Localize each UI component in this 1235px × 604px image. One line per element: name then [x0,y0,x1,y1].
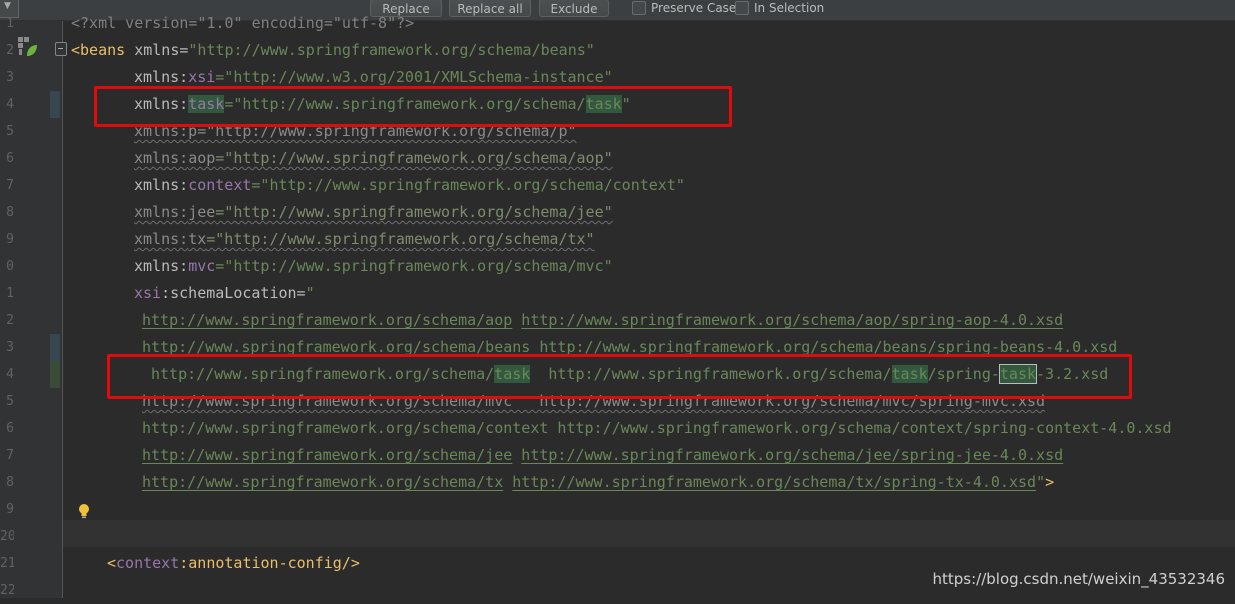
line-number: 0 [6,259,14,274]
code-line-21[interactable]: <context:annotation-config/> [107,550,360,577]
code-line-9[interactable]: xmlns:tx="http://www.springframework.org… [134,226,595,253]
line-number: 6 [6,421,14,436]
code-line-11[interactable]: xsi:schemaLocation=" [134,280,315,307]
changed-line-marker[interactable] [50,361,60,388]
spring-bean-icon[interactable] [18,37,38,57]
line-number: 1 [6,16,14,31]
attr-value: ="http://www.springframework.org/schema/… [215,203,613,221]
line-number: 3 [6,70,14,85]
schema-url[interactable]: http://www.springframework.org/schema/je… [142,446,512,464]
code-line-17[interactable]: http://www.springframework.org/schema/je… [142,442,1063,469]
attr-value: " [305,284,315,302]
line-number: 22 [0,583,14,598]
attr-value: ="http://www.springframework.org/schema/… [215,257,613,275]
in-selection-checkbox[interactable]: In Selection [735,1,824,15]
line-number: 21 [0,556,14,571]
line-number: 9 [6,502,14,517]
attr-name: xmlns= [125,41,189,59]
line-number: 2 [6,43,14,58]
tag-open: < [107,554,117,572]
attr-name: xmlns: [134,203,189,221]
schema-url[interactable]: http://www.springframework.org/schema/ao… [142,311,512,329]
annotation-box-schema-location-task [107,354,1132,399]
attr-name: xmlns: [134,176,189,194]
attr-value: " [1036,473,1046,491]
attr-name: xmlns: [134,230,189,248]
code-line-10[interactable]: xmlns:mvc="http://www.springframework.or… [134,253,613,280]
line-number: 3 [6,340,14,355]
code-line-16[interactable]: http://www.springframework.org/schema/co… [142,415,1172,442]
line-number: 20 [0,529,14,544]
line-number: 7 [6,178,14,193]
line-number: 4 [6,97,14,112]
attr-value: ="http://www.springframework.org/schema/… [251,176,685,194]
attr-name: xmlns: [134,257,189,275]
line-number: 8 [6,475,14,490]
attr-name: xmlns: [134,149,189,167]
line-number: 1 [6,286,14,301]
beans-tag: <beans [71,41,126,59]
attr-name: xmlns: [134,68,189,86]
namespace-prefix: aop [188,149,216,167]
line-number: 9 [6,232,14,247]
line-number: 8 [6,205,14,220]
attr-value: ="http://www.w3.org/2001/XMLSchema-insta… [215,68,613,86]
code-line-2[interactable]: <beans xmlns="http://www.springframework… [71,37,595,64]
editor-gutter[interactable]: 1 2 3 4 5 6 7 8 9 0 1 2 3 4 5 6 7 8 9 20… [0,16,63,598]
checkbox-box[interactable] [632,1,646,15]
line-number: 5 [6,394,14,409]
preserve-case-checkbox[interactable]: Preserve Case [632,1,736,15]
namespace-prefix: xsi [188,68,216,86]
attr-value: "http://www.springframework.org/schema/b… [188,41,595,59]
namespace-prefix: context [116,554,180,572]
code-line-8[interactable]: xmlns:jee="http://www.springframework.or… [134,199,613,226]
line-number: 2 [6,313,14,328]
code-line-12[interactable]: http://www.springframework.org/schema/ao… [142,307,1063,334]
schema-url[interactable]: http://www.springframework.org/schema/tx [142,473,503,491]
attr-name: :schemaLocation= [161,284,306,302]
changed-line-marker[interactable] [50,334,60,361]
namespace-prefix: xsi [134,284,162,302]
line-number: 7 [6,448,14,463]
namespace-prefix: mvc [188,257,216,275]
tag-name: :annotation-config/> [179,554,360,572]
line-number: 5 [6,124,14,139]
exclude-button[interactable]: Exclude [539,0,609,17]
checkbox-box[interactable] [735,1,749,15]
schema-location-url[interactable]: http://www.springframework.org/schema/tx… [512,473,1036,491]
code-line-1[interactable]: <?xml version="1.0" encoding="utf-8"?> [71,10,414,37]
namespace-prefix: context [188,176,252,194]
schema-location-url[interactable]: http://www.springframework.org/schema/je… [521,446,1063,464]
code-line-7[interactable]: xmlns:context="http://www.springframewor… [134,172,685,199]
changed-line-marker[interactable] [50,91,60,118]
namespace-prefix: jee [188,203,216,221]
caret-line-highlight [63,520,1235,547]
schema-location-url[interactable]: http://www.springframework.org/schema/ao… [521,311,1063,329]
code-line-18[interactable]: http://www.springframework.org/schema/tx… [142,469,1054,496]
line-number: 6 [6,151,14,166]
attr-value: ="http://www.springframework.org/schema/… [206,230,595,248]
in-selection-label: In Selection [754,1,825,15]
annotation-box-xmlns-task [94,86,732,127]
attr-value: ="http://www.springframework.org/schema/… [215,149,613,167]
preserve-case-label: Preserve Case [651,1,737,15]
replace-all-button[interactable]: Replace all [449,0,531,17]
line-number: 4 [6,367,14,382]
tag-close: > [1045,473,1055,491]
code-line-6[interactable]: xmlns:aop="http://www.springframework.or… [134,145,613,172]
watermark: https://blog.csdn.net/weixin_43532346 [932,570,1225,588]
namespace-prefix: tx [188,230,207,248]
